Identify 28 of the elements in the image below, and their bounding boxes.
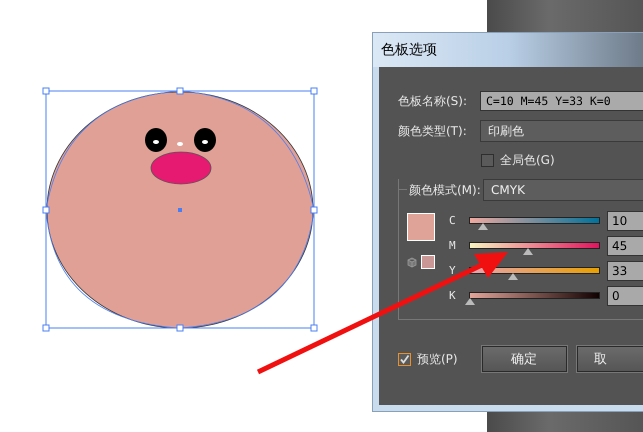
channel-value-field[interactable]: 45 <box>607 236 643 256</box>
slider-thumb[interactable] <box>478 223 488 230</box>
channel-value-field[interactable]: 33 <box>607 260 643 280</box>
color-type-dropdown[interactable]: 印刷色 <box>480 120 643 142</box>
color-swatch <box>407 213 435 241</box>
channel-label: K <box>449 289 457 302</box>
slider-thumb[interactable] <box>523 248 534 255</box>
global-color-checkbox[interactable] <box>481 154 494 166</box>
preview-checkbox[interactable] <box>398 352 411 366</box>
cube-icon <box>407 256 417 268</box>
field-label: 色板名称(S): <box>398 92 468 110</box>
checkbox-label: 全局色(G) <box>500 152 555 168</box>
field-label: 颜色模式(M): <box>408 182 482 198</box>
slider-thumb[interactable] <box>508 273 518 280</box>
field-label: 颜色类型(T): <box>398 122 468 140</box>
channel-value-field[interactable]: 0 <box>607 286 643 306</box>
color-swatch <box>421 255 435 269</box>
channel-value-field[interactable]: 10 <box>607 210 643 230</box>
channel-label: C <box>449 214 457 227</box>
slider-thumb[interactable] <box>465 298 475 305</box>
channel-label: Y <box>449 264 457 277</box>
swatch-name-field[interactable]: C=10 M=45 Y=33 K=0 <box>480 91 643 111</box>
checkbox-label: 预览(P) <box>417 350 458 368</box>
color-mode-dropdown[interactable]: CMYK <box>483 179 643 201</box>
dialog-title: 色板选项 <box>381 41 437 59</box>
cancel-button[interactable]: 取 <box>576 346 643 372</box>
ok-button[interactable]: 确定 <box>482 346 567 372</box>
channel-label: M <box>449 239 457 252</box>
